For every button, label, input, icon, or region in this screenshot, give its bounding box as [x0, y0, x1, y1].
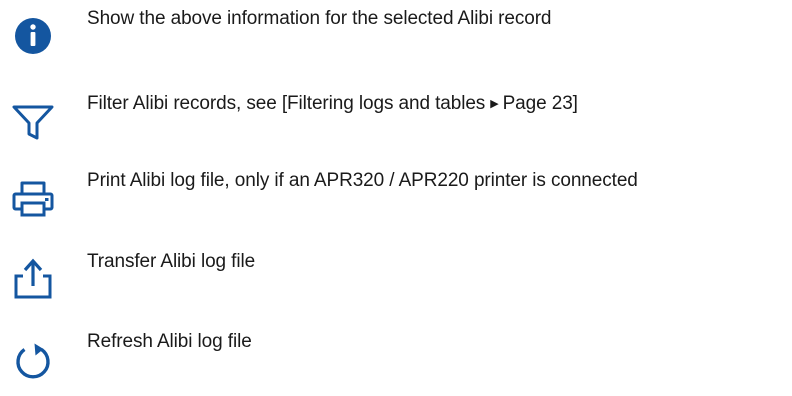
info-row: Show the above information for the selec…: [0, 0, 792, 70]
refresh-icon: [10, 335, 56, 381]
filter-icon: [10, 97, 56, 143]
transfer-description: Transfer Alibi log file: [87, 251, 256, 272]
printer-icon: [10, 174, 56, 220]
print-row: Print Alibi log file, only if an APR320 …: [0, 162, 792, 232]
filter-row: Filter Alibi records, see [Filtering log…: [0, 85, 792, 155]
page-reference-arrow-icon: ▶: [490, 98, 499, 110]
page-reference-link[interactable]: Page 23]: [503, 93, 578, 114]
transfer-icon: [10, 255, 56, 301]
refresh-row: Refresh Alibi log file: [0, 323, 792, 393]
info-icon: [10, 12, 56, 58]
filter-description: Filter Alibi records, see [Filtering log…: [87, 91, 578, 117]
transfer-row: Transfer Alibi log file: [0, 243, 792, 313]
info-description: Show the above information for the selec…: [87, 8, 552, 29]
refresh-description: Refresh Alibi log file: [87, 331, 252, 352]
print-description: Print Alibi log file, only if an APR320 …: [87, 170, 638, 191]
filter-description-text: Filter Alibi records, see [Filtering log…: [87, 93, 486, 114]
